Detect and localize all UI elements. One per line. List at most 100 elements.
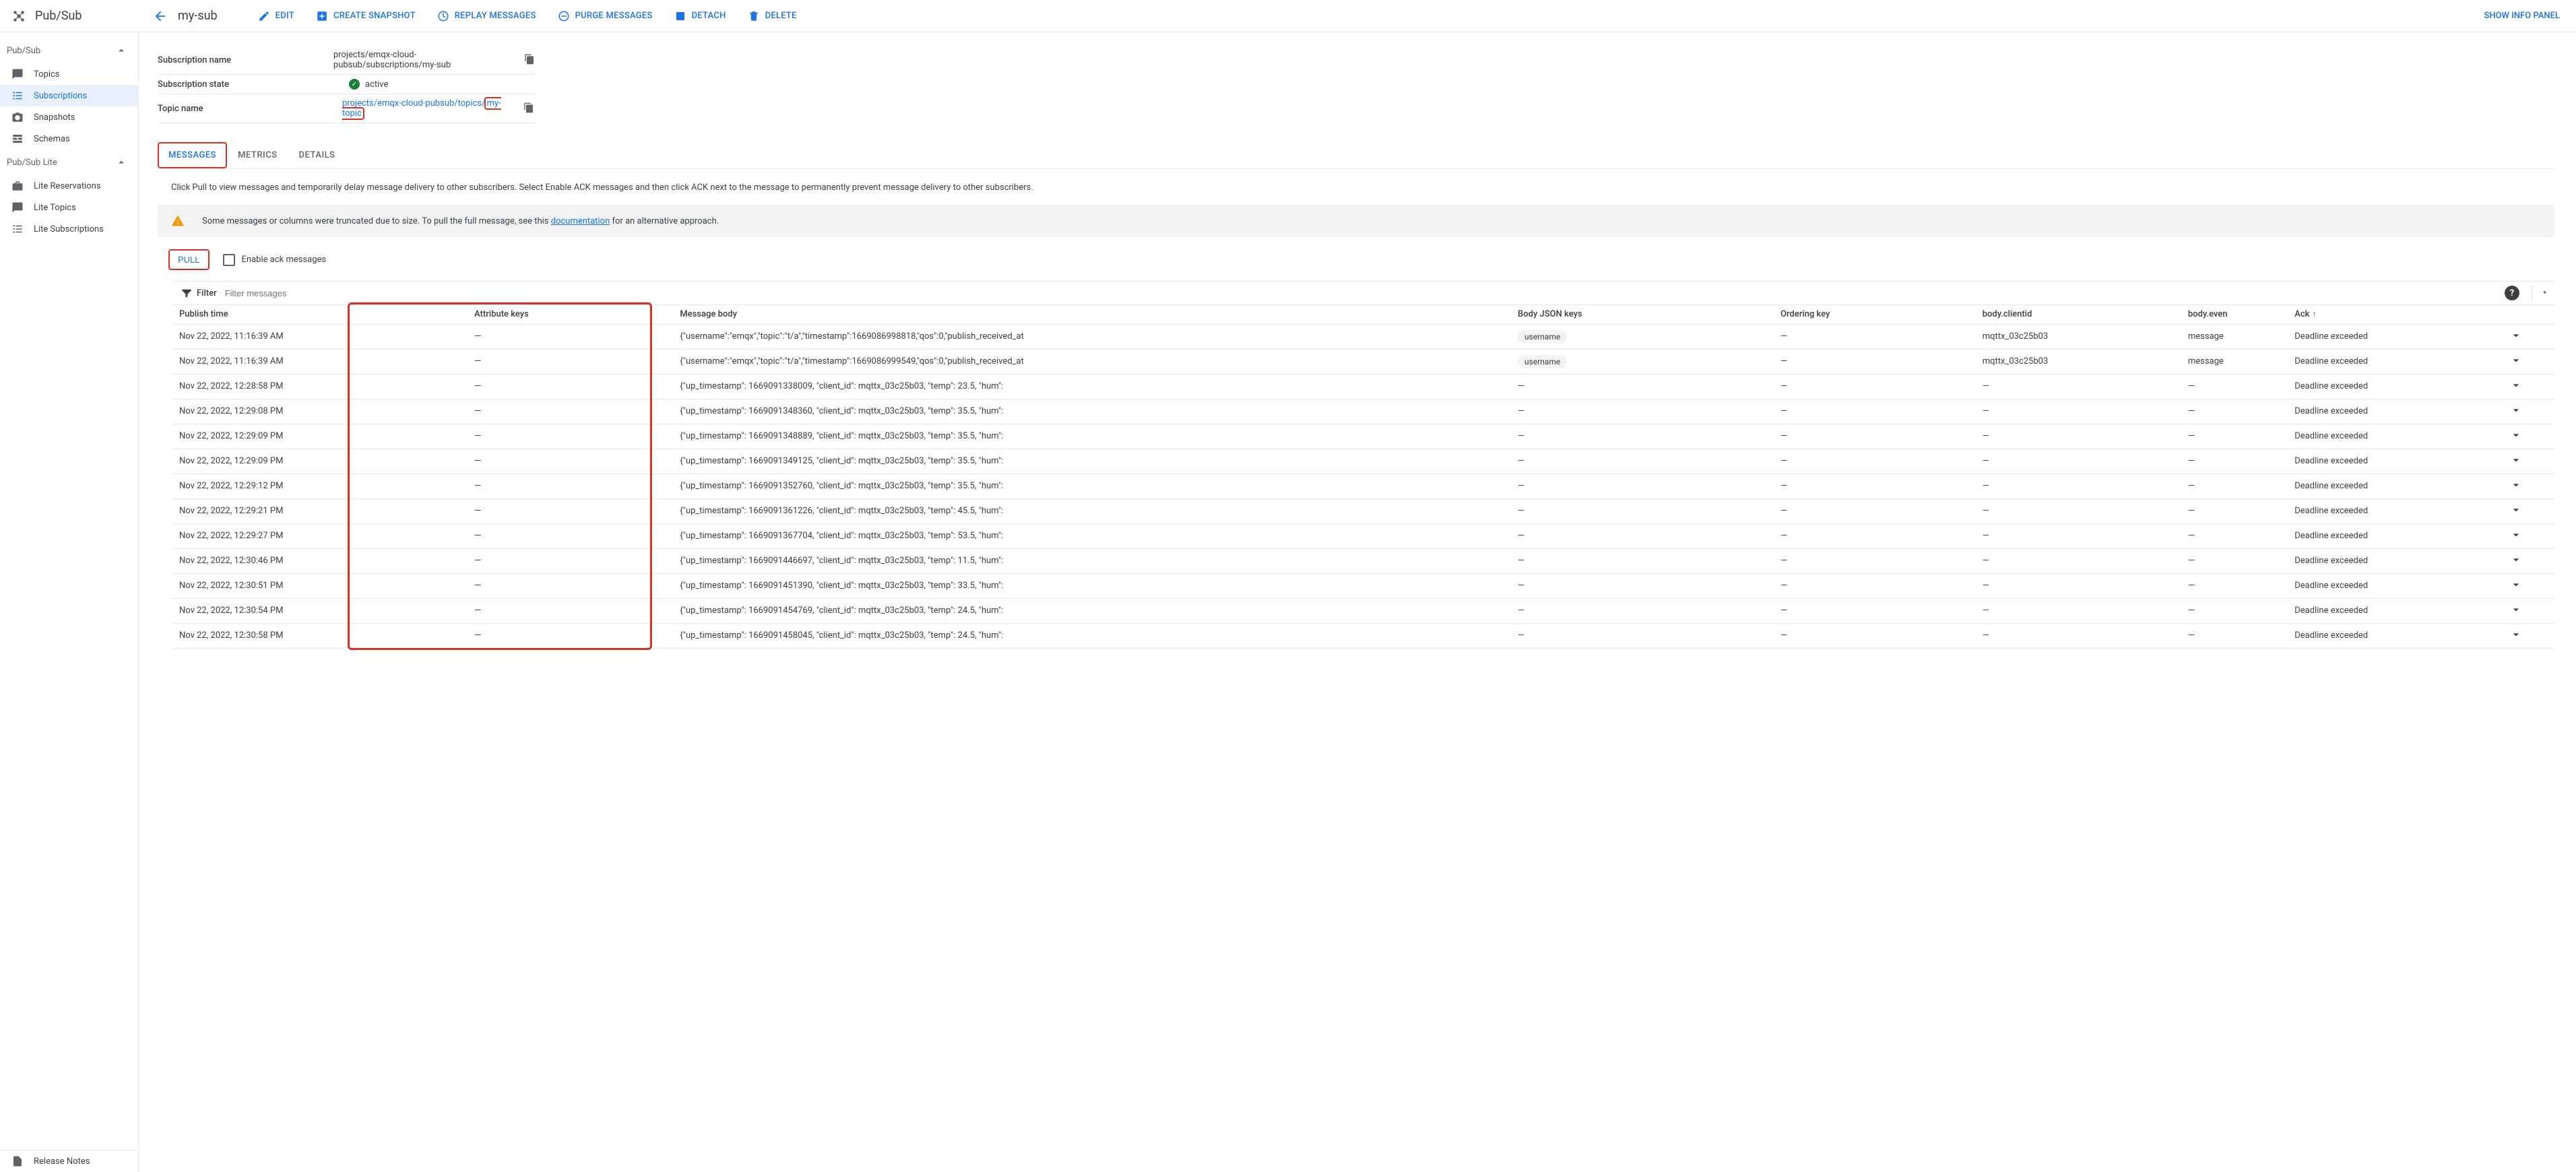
filter-input[interactable]	[224, 288, 2505, 299]
cell-json-keys: username	[1511, 324, 1774, 349]
detach-button[interactable]: Detach	[666, 4, 734, 28]
expand-row-icon[interactable]	[2509, 603, 2523, 616]
page-title: my-sub	[178, 9, 218, 23]
cell-clientid: —	[1976, 623, 2181, 648]
expand-row-icon[interactable]	[2509, 428, 2523, 442]
cell-expand	[2478, 374, 2554, 399]
cell-time: Nov 22, 2022, 11:16:39 AM	[172, 324, 468, 349]
expand-row-icon[interactable]	[2509, 329, 2523, 342]
expand-row-icon[interactable]	[2509, 528, 2523, 542]
enable-ack-checkbox[interactable]	[223, 254, 235, 266]
col-publish-time[interactable]: Publish time	[172, 305, 468, 324]
expand-row-icon[interactable]	[2509, 553, 2523, 566]
sidebar-item-snapshots[interactable]: Snapshots	[0, 106, 138, 128]
expand-row-icon[interactable]	[2509, 453, 2523, 467]
replay-messages-button[interactable]: Replay Messages	[429, 4, 544, 28]
cell-clientid: —	[1976, 598, 2181, 623]
cell-time: Nov 22, 2022, 12:29:21 PM	[172, 498, 468, 523]
tab-details[interactable]: DETAILS	[288, 142, 346, 168]
json-key-chip[interactable]: username	[1518, 355, 1567, 368]
sidebar-item-lite-reservations[interactable]: Lite Reservations	[0, 175, 138, 197]
sidebar-item-lite-subscriptions[interactable]: Lite Subscriptions	[0, 218, 138, 240]
expand-row-icon[interactable]	[2509, 478, 2523, 492]
expand-row-icon[interactable]	[2509, 578, 2523, 591]
sidebar-item-release-notes[interactable]: Release Notes	[0, 1150, 138, 1172]
cell-expand	[2478, 349, 2554, 374]
json-key-chip[interactable]: username	[1518, 330, 1567, 344]
col-ordering-key[interactable]: Ordering key	[1774, 305, 1976, 324]
sidebar-group-pubsub[interactable]: Pub/Sub	[0, 38, 138, 63]
columns-icon[interactable]	[2532, 286, 2546, 300]
col-body-even[interactable]: body.even	[2181, 305, 2288, 324]
sidebar-item-subscriptions[interactable]: Subscriptions	[0, 85, 138, 106]
enable-ack-control[interactable]: Enable ack messages	[223, 254, 327, 266]
cell-clientid: —	[1976, 424, 2181, 449]
topic-link[interactable]: projects/emqx-cloud-pubsub/topics/my-top…	[342, 98, 517, 119]
documentation-link[interactable]: documentation	[551, 216, 610, 226]
table-row: Nov 22, 2022, 11:16:39 AM—{"username":"e…	[172, 349, 2554, 374]
back-arrow-icon[interactable]	[152, 8, 168, 24]
col-body-clientid[interactable]: body.clientid	[1976, 305, 2181, 324]
cell-attr: —	[468, 598, 673, 623]
cell-ordering: —	[1774, 449, 1976, 474]
info-value-sub-name: projects/emqx-cloud-pubsub/subscriptions…	[333, 50, 517, 70]
col-message-body[interactable]: Message body	[673, 305, 1511, 324]
edit-button[interactable]: Edit	[250, 4, 302, 28]
cell-attr: —	[468, 523, 673, 548]
table-row: Nov 22, 2022, 12:28:58 PM—{"up_timestamp…	[172, 374, 2554, 399]
col-attribute-keys[interactable]: Attribute keys	[468, 305, 673, 324]
cell-expand	[2478, 623, 2554, 648]
cell-even: —	[2181, 374, 2288, 399]
cell-even: —	[2181, 573, 2288, 598]
cell-ordering: —	[1774, 474, 1976, 498]
cell-ordering: —	[1774, 374, 1976, 399]
tab-metrics[interactable]: METRICS	[227, 142, 288, 168]
sidebar-item-schemas[interactable]: Schemas	[0, 128, 138, 150]
expand-row-icon[interactable]	[2509, 379, 2523, 392]
cell-body: {"up_timestamp": 1669091361226, "client_…	[673, 498, 1511, 523]
col-ack[interactable]: Ack↑	[2288, 305, 2478, 324]
table-header-row: Publish time Attribute keys Message body…	[172, 305, 2554, 324]
cell-ordering: —	[1774, 548, 1976, 573]
cell-time: Nov 22, 2022, 12:30:58 PM	[172, 623, 468, 648]
expand-row-icon[interactable]	[2509, 354, 2523, 367]
sidebar-group-pubsublite-label: Pub/Sub Lite	[7, 158, 57, 168]
col-body-json-keys[interactable]: Body JSON keys	[1511, 305, 1774, 324]
cell-ordering: —	[1774, 498, 1976, 523]
cell-ordering: —	[1774, 424, 1976, 449]
cell-body: {"up_timestamp": 1669091446697, "client_…	[673, 548, 1511, 573]
cell-json-keys: —	[1511, 399, 1774, 424]
expand-row-icon[interactable]	[2509, 628, 2523, 641]
cell-ack: Deadline exceeded	[2288, 548, 2478, 573]
info-row-topic: Topic name projects/emqx-cloud-pubsub/to…	[158, 94, 535, 123]
cell-ack: Deadline exceeded	[2288, 623, 2478, 648]
cell-clientid: —	[1976, 548, 2181, 573]
info-row-sub-name: Subscription name projects/emqx-cloud-pu…	[158, 46, 535, 75]
cell-json-keys: username	[1511, 349, 1774, 374]
cell-even: —	[2181, 623, 2288, 648]
app-root: Pub/Sub my-sub Edit Create Snapshot Repl…	[0, 0, 2576, 1172]
sidebar-item-topics[interactable]: Topics	[0, 63, 138, 85]
show-info-panel-button[interactable]: Show Info Panel	[2473, 11, 2571, 21]
sidebar-group-pubsublite[interactable]: Pub/Sub Lite	[0, 150, 138, 175]
delete-button[interactable]: Delete	[740, 4, 805, 28]
pubsub-logo-icon	[11, 8, 27, 24]
cell-body: {"username":"emqx","topic":"t/a","timest…	[673, 349, 1511, 374]
col-expand	[2478, 305, 2554, 324]
create-snapshot-button[interactable]: Create Snapshot	[308, 4, 424, 28]
sidebar-item-label: Schemas	[34, 134, 70, 144]
cell-body: {"up_timestamp": 1669091451390, "client_…	[673, 573, 1511, 598]
copy-icon[interactable]	[523, 102, 535, 115]
pull-button[interactable]: PULL	[168, 249, 210, 270]
cell-expand	[2478, 324, 2554, 349]
message-icon	[11, 67, 24, 81]
expand-row-icon[interactable]	[2509, 403, 2523, 417]
purge-messages-button[interactable]: Purge Messages	[550, 4, 661, 28]
copy-icon[interactable]	[524, 54, 535, 66]
sidebar-item-lite-topics[interactable]: Lite Topics	[0, 197, 138, 218]
cell-even: —	[2181, 424, 2288, 449]
cell-attr: —	[468, 623, 673, 648]
expand-row-icon[interactable]	[2509, 503, 2523, 517]
help-icon[interactable]: ?	[2505, 286, 2519, 300]
tab-messages[interactable]: MESSAGES	[158, 142, 227, 168]
